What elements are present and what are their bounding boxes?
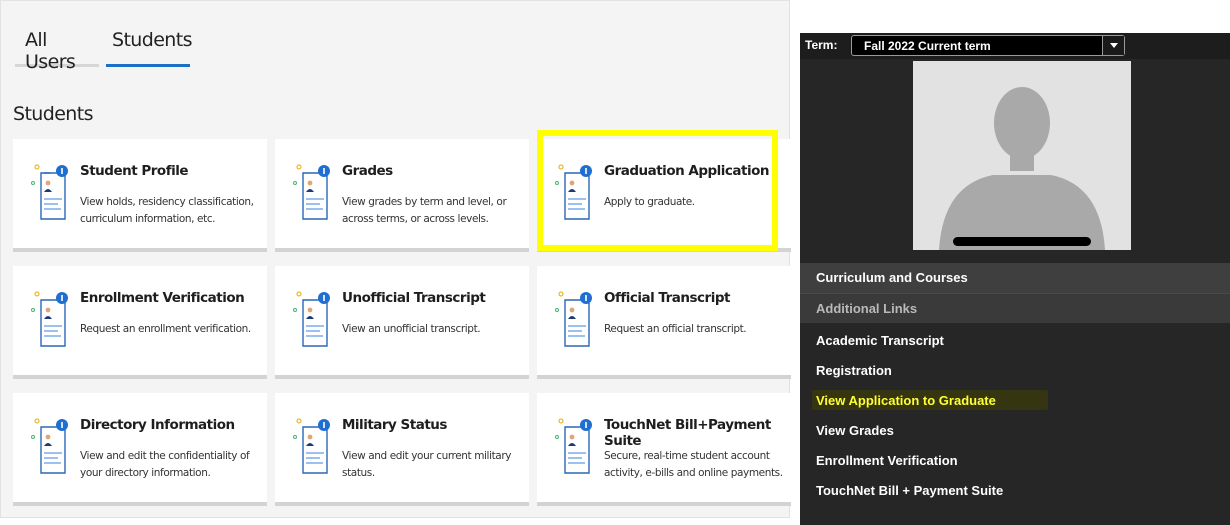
nav-label: Curriculum and Courses	[816, 270, 968, 285]
term-label: Term:	[805, 38, 838, 52]
card-touchnet-bill-payment[interactable]: TouchNet Bill+Payment Suite Secure, real…	[537, 393, 791, 506]
term-bar: Term: Fall 2022 Current term	[800, 33, 1230, 59]
document-person-icon	[555, 418, 592, 474]
user-tabs: All Users Students	[15, 23, 193, 73]
card-title: Unofficial Transcript	[342, 290, 486, 306]
link-label: Enrollment Verification	[816, 453, 958, 468]
document-person-icon	[555, 291, 592, 347]
link-label: Academic Transcript	[816, 333, 944, 348]
card-description: View holds, residency classification, cu…	[80, 196, 254, 225]
card-military-status[interactable]: Military Status View and edit your curre…	[275, 393, 529, 506]
redacted-name	[953, 237, 1091, 246]
link-label: TouchNet Bill + Payment Suite	[816, 483, 1004, 498]
document-person-icon	[293, 164, 330, 220]
card-student-profile[interactable]: Student Profile View holds, residency cl…	[13, 139, 267, 252]
link-view-application-to-graduate[interactable]: View Application to Graduate	[800, 386, 1230, 416]
link-touchnet-bill-payment[interactable]: TouchNet Bill + Payment Suite	[800, 476, 1230, 506]
card-description: View an unofficial transcript.	[342, 323, 481, 335]
card-title: Grades	[342, 163, 393, 179]
card-description: View and edit the confidentiality of you…	[80, 450, 250, 479]
nav-curriculum-and-courses[interactable]: Curriculum and Courses	[800, 263, 1230, 293]
link-registration[interactable]: Registration	[800, 356, 1230, 386]
document-person-icon	[31, 164, 68, 220]
card-description: Secure, real-time student account activi…	[604, 450, 783, 479]
student-services-panel: All Users Students Students Student Prof…	[0, 0, 791, 518]
card-enrollment-verification[interactable]: Enrollment Verification Request an enrol…	[13, 266, 267, 379]
link-view-grades[interactable]: View Grades	[800, 416, 1230, 446]
nav-label: Additional Links	[816, 301, 918, 316]
student-sidebar-panel: Term: Fall 2022 Current term Curriculum …	[800, 33, 1230, 525]
document-person-icon	[293, 418, 330, 474]
avatar-placeholder-icon	[913, 61, 1131, 250]
card-description: Request an official transcript.	[604, 323, 747, 335]
card-official-transcript[interactable]: Official Transcript Request an official …	[537, 266, 791, 379]
card-unofficial-transcript[interactable]: Unofficial Transcript View an unofficial…	[275, 266, 529, 379]
link-label: Registration	[816, 363, 892, 378]
tab-students[interactable]: Students	[106, 23, 193, 67]
card-title: Enrollment Verification	[80, 290, 245, 306]
card-title: Directory Information	[80, 417, 235, 433]
card-directory-information[interactable]: Directory Information View and edit the …	[13, 393, 267, 506]
term-selected-value: Fall 2022 Current term	[864, 39, 991, 53]
document-person-icon	[31, 291, 68, 347]
link-label: View Grades	[816, 423, 894, 438]
card-grades[interactable]: Grades View grades by term and level, or…	[275, 139, 529, 252]
link-academic-transcript[interactable]: Academic Transcript	[800, 326, 1230, 356]
card-title: TouchNet Bill+Payment Suite	[604, 417, 771, 449]
section-title: Students	[13, 103, 94, 125]
link-enrollment-verification[interactable]: Enrollment Verification	[800, 446, 1230, 476]
tab-all-users[interactable]: All Users	[15, 23, 99, 73]
card-description: View grades by term and level, or across…	[342, 196, 507, 225]
card-description: View and edit your current military stat…	[342, 450, 512, 479]
card-description: Apply to graduate.	[604, 196, 695, 208]
card-title: Military Status	[342, 417, 447, 433]
card-title: Graduation Application	[604, 163, 770, 179]
document-person-icon	[293, 291, 330, 347]
avatar	[913, 61, 1131, 250]
chevron-down-icon[interactable]	[1102, 36, 1124, 55]
card-description: Request an enrollment verification.	[80, 323, 251, 335]
term-select[interactable]: Fall 2022 Current term	[851, 35, 1125, 56]
card-title: Student Profile	[80, 163, 188, 179]
card-graduation-application[interactable]: Graduation Application Apply to graduate…	[537, 139, 791, 252]
card-title: Official Transcript	[604, 290, 730, 306]
nav-additional-links[interactable]: Additional Links	[800, 293, 1230, 323]
link-label: View Application to Graduate	[816, 393, 996, 408]
document-person-icon	[31, 418, 68, 474]
document-person-icon	[555, 164, 592, 220]
